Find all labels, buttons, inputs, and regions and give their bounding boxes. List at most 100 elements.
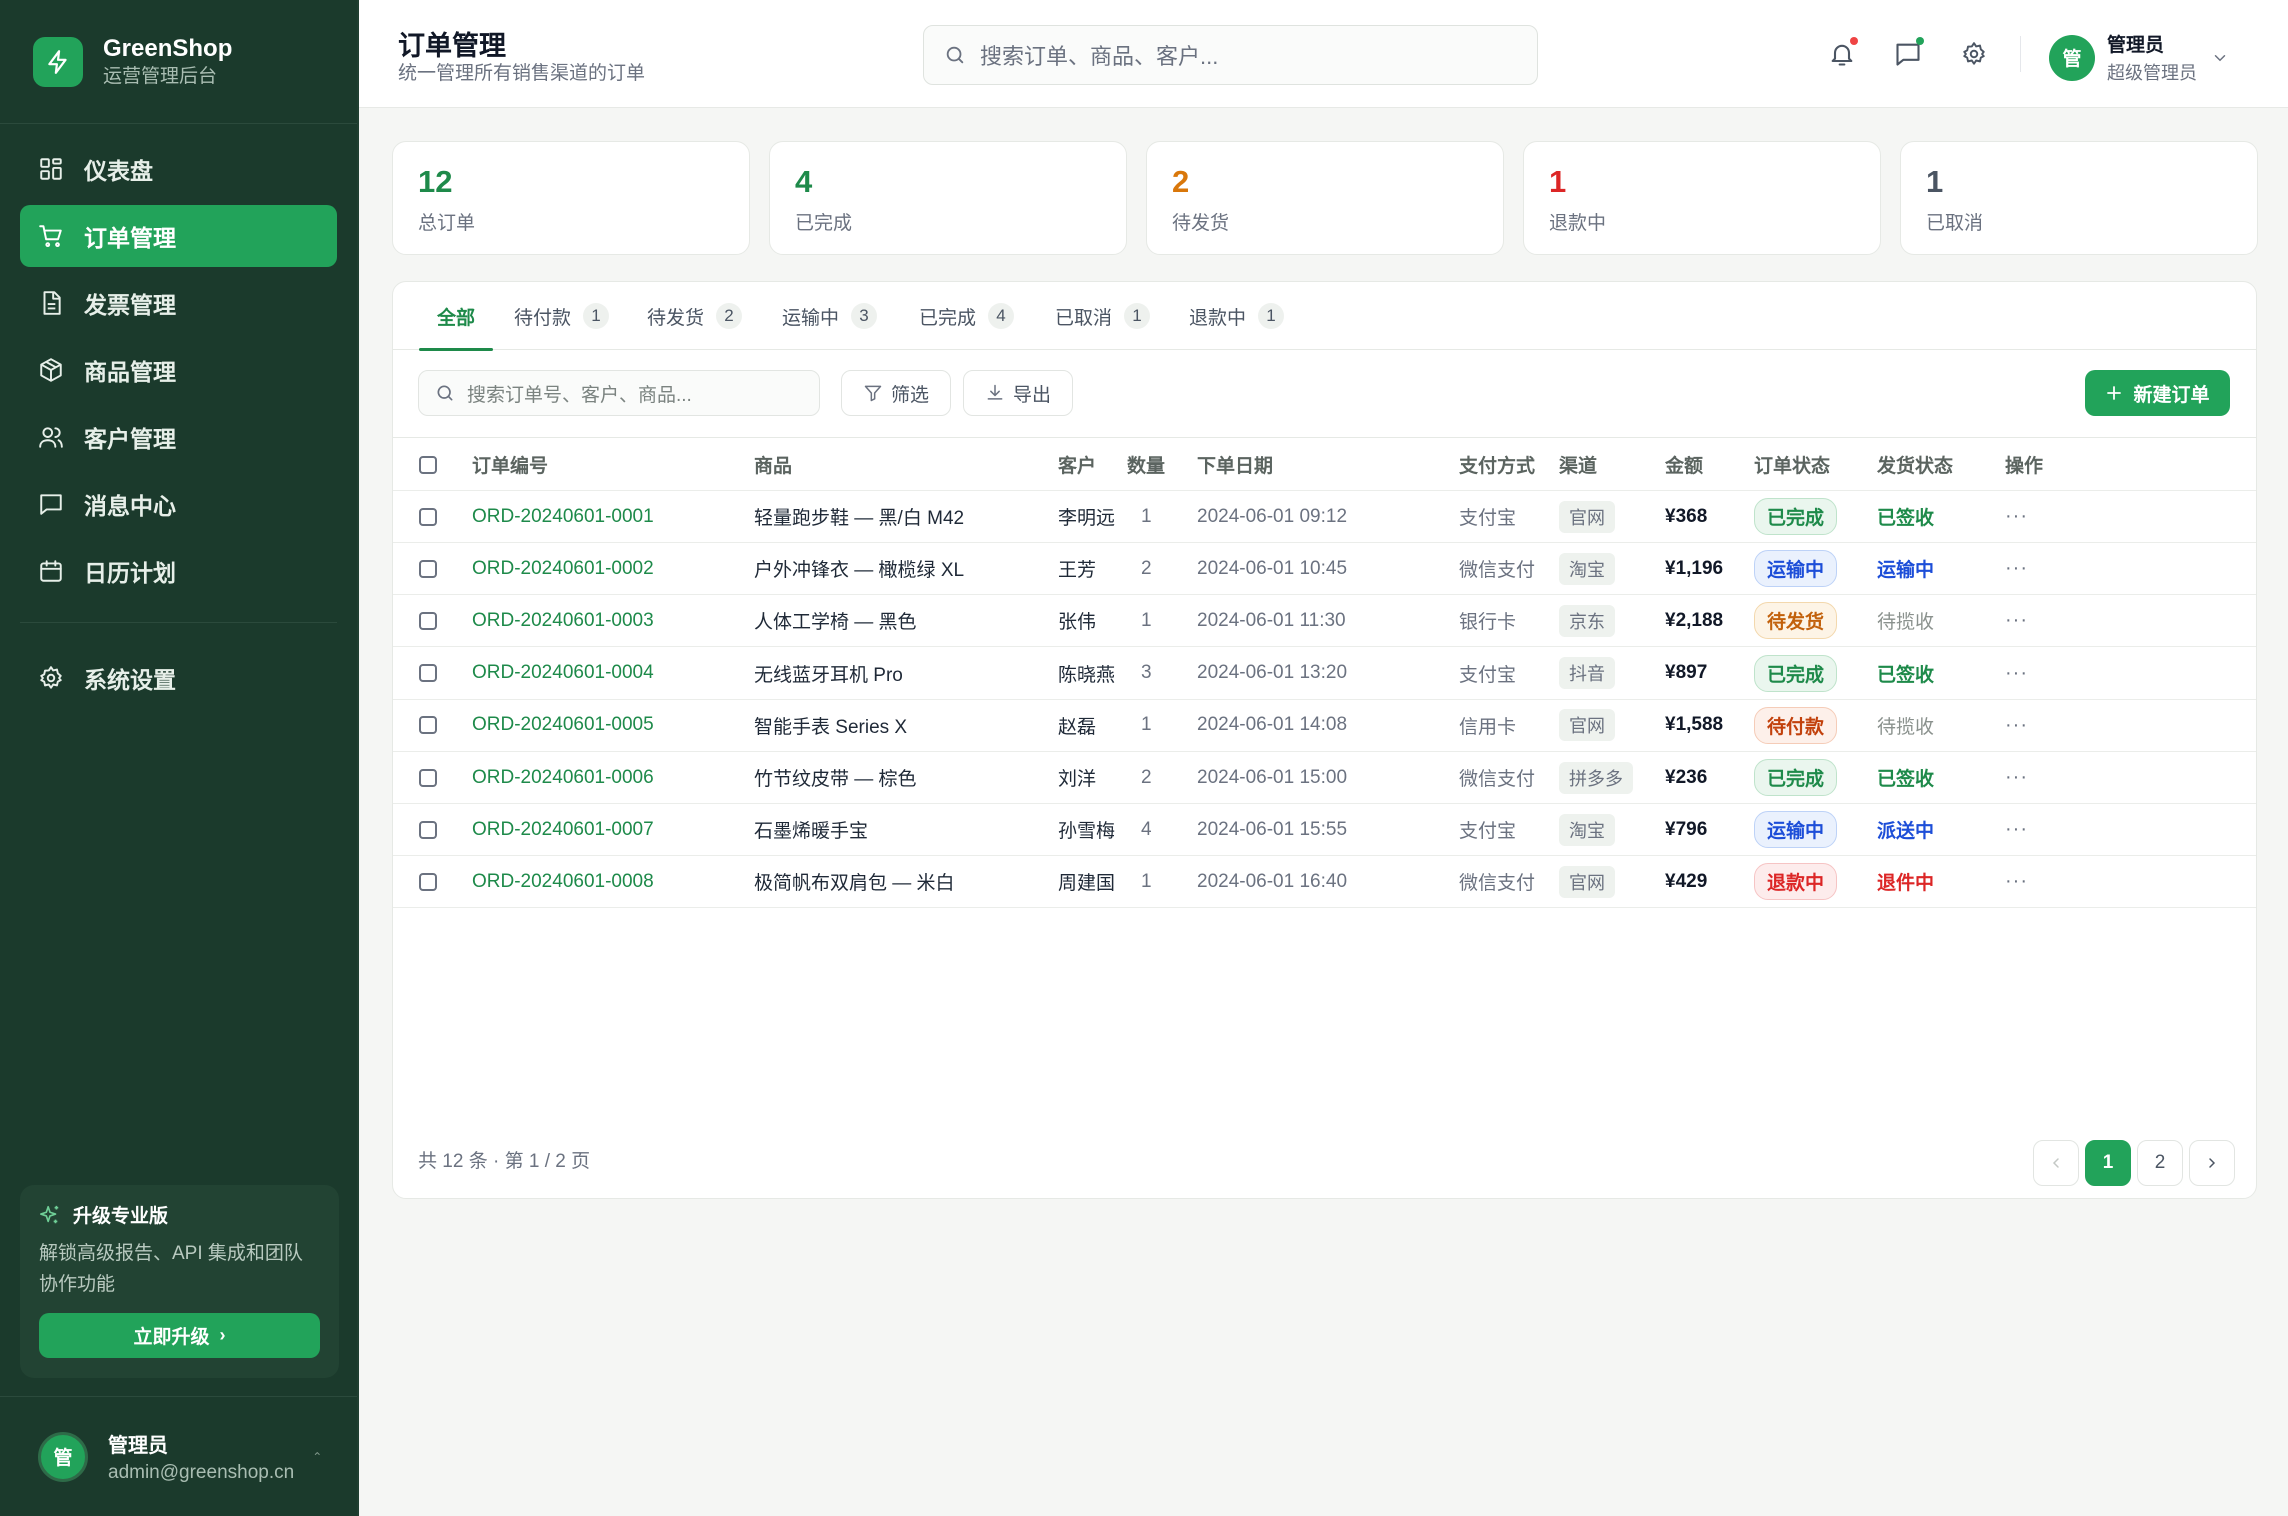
cell: 银行卡 bbox=[1459, 595, 1516, 646]
order-id-link[interactable]: ORD-20240601-0006 bbox=[472, 767, 654, 789]
table-row[interactable]: ORD-20240601-0008 极简帆布双肩包 — 米白 周建国 1 2024-06… bbox=[393, 856, 2256, 909]
order-id-link[interactable]: ORD-20240601-0002 bbox=[472, 558, 654, 580]
more-actions-icon[interactable]: ··· bbox=[2005, 557, 2028, 580]
sidebar-item-label: 客户管理 bbox=[84, 426, 176, 452]
row-checkbox[interactable] bbox=[419, 611, 437, 630]
select-all-checkbox[interactable] bbox=[419, 455, 437, 474]
page-1-button[interactable]: 1 bbox=[2085, 1140, 2131, 1186]
tab-cancelled[interactable]: 已取消 1 bbox=[1055, 282, 1151, 350]
product-name: 极简帆布双肩包 — 米白 bbox=[754, 873, 955, 895]
cell: 微信支付 bbox=[1459, 856, 1535, 907]
table-row[interactable]: ORD-20240601-0004 无线蓝牙耳机 Pro 陈晓燕 3 2024-06-0… bbox=[393, 648, 2256, 700]
cell: 3 bbox=[1141, 648, 1152, 699]
product-name: 竹节纹皮带 — 棕色 bbox=[754, 769, 917, 790]
row-checkbox[interactable] bbox=[419, 768, 437, 787]
col-product: 商品 bbox=[754, 456, 793, 477]
more-actions-icon[interactable]: ··· bbox=[2005, 505, 2028, 528]
table-row[interactable]: ORD-20240601-0007 石墨烯暖手宝 孙雪梅 4 2024-06-01 15… bbox=[393, 804, 2256, 857]
notification-button[interactable] bbox=[1825, 37, 1859, 71]
cell bbox=[419, 752, 437, 803]
more-actions-icon[interactable]: ··· bbox=[2005, 870, 2028, 893]
tab-completed[interactable]: 已完成 4 bbox=[919, 282, 1015, 350]
global-search-input[interactable]: 搜索订单、商品、客户... bbox=[923, 25, 1538, 85]
prev-page-button[interactable] bbox=[2033, 1140, 2079, 1186]
row-checkbox[interactable] bbox=[419, 664, 437, 683]
sidebar-item-invoices[interactable]: 发票管理 bbox=[20, 272, 337, 334]
cell: 极简帆布双肩包 — 米白 bbox=[754, 856, 955, 907]
row-checkbox[interactable] bbox=[419, 716, 437, 735]
more-actions-icon[interactable]: ··· bbox=[2005, 662, 2028, 685]
more-actions-icon[interactable]: ··· bbox=[2005, 714, 2028, 737]
page-2-button[interactable]: 2 bbox=[2137, 1140, 2183, 1186]
sidebar-item-settings[interactable]: 系统设置 bbox=[20, 647, 337, 709]
table-row[interactable]: ORD-20240601-0002 户外冲锋衣 — 橄榄绿 XL 王芳 2 2024-0… bbox=[393, 543, 2256, 596]
dashboard-icon bbox=[40, 158, 62, 180]
order-search-input[interactable]: 搜索订单号、客户、商品... bbox=[418, 370, 820, 416]
cell: 运输中 bbox=[1754, 804, 1838, 855]
channel-tag: 淘宝 bbox=[1559, 813, 1615, 846]
sidebar-user[interactable]: 管 管理员 admin@greenshop.cn ⌃ bbox=[0, 1396, 357, 1516]
cell: 赵磊 bbox=[1058, 700, 1096, 751]
sidebar-item-calendar[interactable]: 日历计划 bbox=[20, 540, 337, 602]
table-row[interactable]: ORD-20240601-0005 智能手表 Series X 赵磊 1 2024-06… bbox=[393, 700, 2256, 752]
quantity: 1 bbox=[1141, 870, 1152, 892]
chevron-down-icon bbox=[2214, 54, 2226, 61]
settings-button[interactable] bbox=[1957, 37, 1991, 71]
next-page-button[interactable] bbox=[2189, 1140, 2235, 1186]
gear-icon bbox=[1963, 42, 1985, 65]
tab-all[interactable]: 全部 bbox=[418, 282, 494, 351]
cell bbox=[419, 856, 437, 907]
order-id-link[interactable]: ORD-20240601-0001 bbox=[472, 506, 654, 528]
order-id-link[interactable]: ORD-20240601-0003 bbox=[472, 610, 654, 632]
tab-pending-ship[interactable]: 待发货 2 bbox=[647, 282, 743, 350]
cell: 陈晓燕 bbox=[1058, 648, 1115, 699]
ship-status: 运输中 bbox=[1877, 560, 1935, 582]
chevron-updown-icon: ⌃ bbox=[312, 1449, 323, 1464]
row-checkbox[interactable] bbox=[419, 820, 437, 839]
tab-pending-payment[interactable]: 待付款 1 bbox=[514, 282, 610, 350]
stat-card-completed: 4 已完成 bbox=[769, 141, 1127, 255]
more-actions-icon[interactable]: ··· bbox=[2005, 609, 2028, 632]
payment-method: 微信支付 bbox=[1459, 769, 1536, 790]
channel-tag: 官网 bbox=[1559, 500, 1615, 533]
order-id-link[interactable]: ORD-20240601-0005 bbox=[472, 714, 654, 736]
more-actions-icon[interactable]: ··· bbox=[2005, 818, 2028, 841]
user-menu[interactable]: 管 管理员 超级管理员 bbox=[2049, 30, 2229, 85]
sidebar-item-messages[interactable]: 消息中心 bbox=[20, 473, 337, 535]
cell: ORD-20240601-0003 bbox=[472, 595, 654, 646]
plus-icon bbox=[2107, 386, 2122, 400]
customer-name: 赵磊 bbox=[1058, 716, 1097, 738]
tab-refunding[interactable]: 退款中 1 bbox=[1189, 282, 1285, 350]
order-id-link[interactable]: ORD-20240601-0007 bbox=[472, 819, 654, 841]
export-button[interactable]: 导出 bbox=[963, 370, 1073, 416]
upgrade-now-button[interactable]: 立即升级 › bbox=[39, 1313, 320, 1358]
sidebar-item-label: 订单管理 bbox=[84, 225, 176, 251]
payment-method: 支付宝 bbox=[1459, 664, 1517, 686]
cell: ¥796 bbox=[1665, 804, 1707, 855]
row-checkbox[interactable] bbox=[419, 872, 437, 891]
sidebar-item-customers[interactable]: 客户管理 bbox=[20, 406, 337, 468]
cell: 待付款 bbox=[1754, 700, 1838, 751]
table-row[interactable]: ORD-20240601-0006 竹节纹皮带 — 棕色 刘洋 2 2024-06-01… bbox=[393, 752, 2256, 804]
table-row[interactable]: ORD-20240601-0003 人体工学椅 — 黑色 张伟 1 2024-06-01… bbox=[393, 595, 2256, 648]
cell: 2024-06-01 13:20 bbox=[1197, 648, 1347, 699]
new-order-button[interactable]: 新建订单 bbox=[2085, 370, 2230, 416]
table-header: 订单编号 商品 客户 数量 下单日期 支付方式 渠道 金额 订单状态 发货状态 操作 bbox=[393, 439, 2256, 491]
lightning-logo-icon bbox=[33, 36, 83, 87]
order-id-link[interactable]: ORD-20240601-0008 bbox=[472, 871, 654, 893]
row-checkbox[interactable] bbox=[419, 559, 437, 578]
order-date: 2024-06-01 09:12 bbox=[1197, 505, 1348, 527]
payment-method: 微信支付 bbox=[1459, 560, 1536, 582]
filter-button[interactable]: 筛选 bbox=[841, 370, 951, 416]
payment-method: 支付宝 bbox=[1459, 821, 1517, 843]
sidebar-item-orders[interactable]: 订单管理 bbox=[20, 205, 337, 267]
sidebar-item-products[interactable]: 商品管理 bbox=[20, 339, 337, 401]
tab-in-transit[interactable]: 运输中 3 bbox=[782, 282, 878, 350]
messages-button[interactable] bbox=[1891, 37, 1925, 71]
sidebar-item-dashboard[interactable]: 仪表盘 bbox=[20, 138, 337, 200]
order-id-link[interactable]: ORD-20240601-0004 bbox=[472, 662, 654, 684]
row-checkbox[interactable] bbox=[419, 507, 437, 526]
table-row[interactable]: ORD-20240601-0001 轻量跑步鞋 — 黑/白 M42 李明远 1 2024… bbox=[393, 491, 2256, 543]
cell: ··· bbox=[2005, 595, 2028, 646]
more-actions-icon[interactable]: ··· bbox=[2005, 766, 2028, 789]
